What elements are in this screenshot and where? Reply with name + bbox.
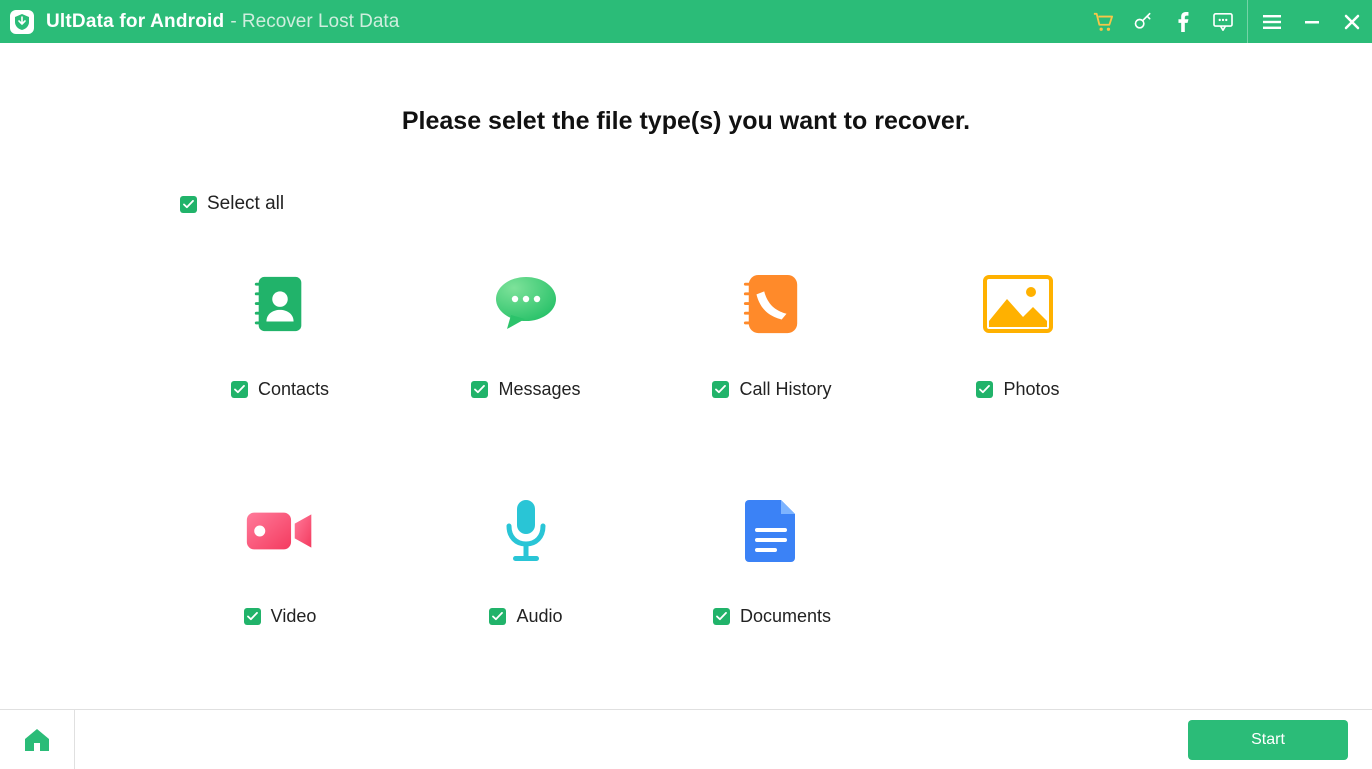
photos-checkbox[interactable]	[976, 381, 993, 398]
select-all-label: Select all	[207, 193, 284, 215]
tile-audio[interactable]: Audio	[426, 496, 626, 627]
call-history-label: Call History	[739, 379, 831, 400]
video-icon	[245, 496, 315, 566]
select-all-checkbox[interactable]	[180, 196, 197, 213]
tile-call-history[interactable]: Call History	[672, 269, 872, 400]
video-label: Video	[271, 606, 317, 627]
photos-label: Photos	[1003, 379, 1059, 400]
documents-label: Documents	[740, 606, 831, 627]
photos-icon	[983, 269, 1053, 339]
page-headline: Please selet the file type(s) you want t…	[0, 107, 1372, 136]
audio-checkbox[interactable]	[489, 608, 506, 625]
titlebar-separator	[1247, 0, 1248, 43]
home-button[interactable]	[0, 710, 75, 769]
footer: Start	[0, 709, 1372, 769]
tile-video[interactable]: Video	[180, 496, 380, 627]
titlebar-actions	[1083, 0, 1372, 43]
tile-messages[interactable]: Messages	[426, 269, 626, 400]
contacts-icon	[245, 269, 315, 339]
select-all-row[interactable]: Select all	[180, 193, 284, 215]
key-icon[interactable]	[1123, 0, 1163, 43]
tile-contacts[interactable]: Contacts	[180, 269, 380, 400]
facebook-icon[interactable]	[1163, 0, 1203, 43]
documents-icon	[737, 496, 807, 566]
titlebar: UltData for Android - Recover Lost Data	[0, 0, 1372, 43]
video-checkbox[interactable]	[244, 608, 261, 625]
file-type-grid: Contacts	[180, 269, 1164, 627]
call-history-icon	[737, 269, 807, 339]
app-logo	[10, 10, 34, 34]
start-button-label: Start	[1251, 731, 1285, 749]
tile-photos[interactable]: Photos	[918, 269, 1118, 400]
messages-icon	[491, 269, 561, 339]
audio-icon	[491, 496, 561, 566]
contacts-label: Contacts	[258, 379, 329, 400]
menu-icon[interactable]	[1252, 0, 1292, 43]
cart-icon[interactable]	[1083, 0, 1123, 43]
feedback-icon[interactable]	[1203, 0, 1243, 43]
messages-checkbox[interactable]	[471, 381, 488, 398]
content-area: Please selet the file type(s) you want t…	[0, 43, 1372, 709]
close-icon[interactable]	[1332, 0, 1372, 43]
app-subtitle: - Recover Lost Data	[230, 11, 399, 33]
call-history-checkbox[interactable]	[712, 381, 729, 398]
start-button[interactable]: Start	[1188, 720, 1348, 760]
tile-documents[interactable]: Documents	[672, 496, 872, 627]
contacts-checkbox[interactable]	[231, 381, 248, 398]
messages-label: Messages	[498, 379, 580, 400]
minimize-icon[interactable]	[1292, 0, 1332, 43]
app-title: UltData for Android	[46, 11, 224, 33]
documents-checkbox[interactable]	[713, 608, 730, 625]
home-icon	[23, 727, 51, 753]
audio-label: Audio	[516, 606, 562, 627]
